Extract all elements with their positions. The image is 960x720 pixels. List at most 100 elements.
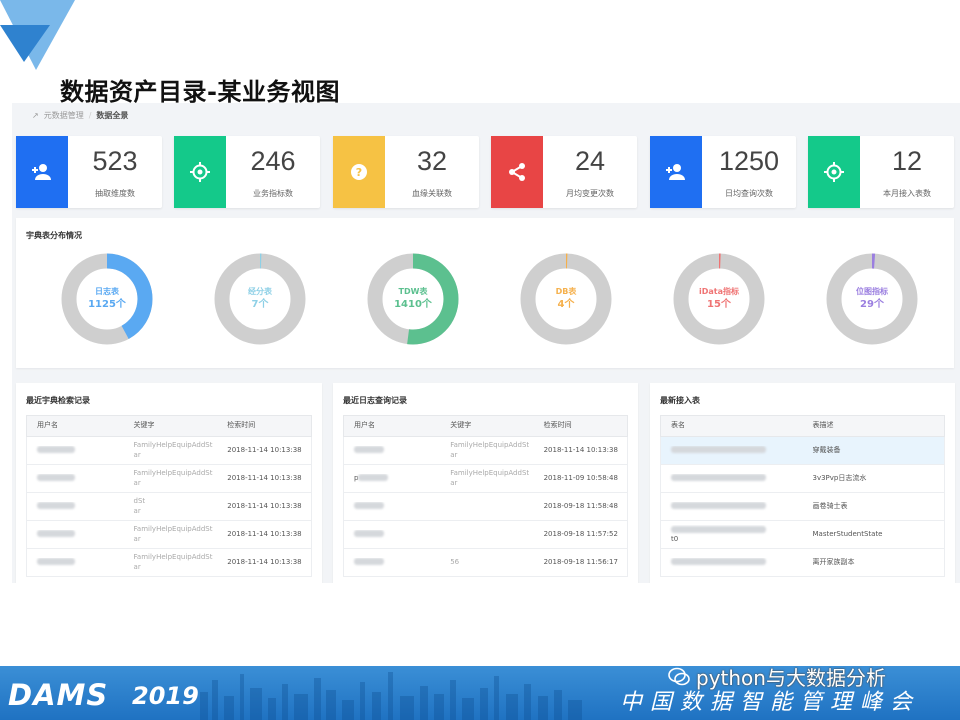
table-row[interactable]: p FamilyHelpEquipAddSt ar 2018-11-09 10:58:… <box>343 465 628 493</box>
recent-search-table: 用户名 关键字 检索时间 FamilyHelpEquipAddSt ar 2018-11-… <box>26 415 312 577</box>
table-row[interactable]: 3v3Pvp日志流水 <box>660 465 945 493</box>
keyword-cont: ar <box>133 478 141 487</box>
breadcrumb-separator: / <box>88 111 92 120</box>
column-header[interactable]: 检索时间 <box>217 421 311 430</box>
panel-title: 最新接入表 <box>660 396 700 405</box>
table-row[interactable]: t0 MasterStudentState <box>660 521 945 549</box>
column-header[interactable]: 用户名 <box>27 421 124 430</box>
breadcrumb-parent[interactable]: 元数据管理 <box>44 110 84 121</box>
donut-chart[interactable]: 日志表 1125个 <box>61 253 153 345</box>
redacted-value <box>37 446 75 454</box>
keyword-cont: ar <box>133 562 141 571</box>
keyword: FamilyHelpEquipAddSt <box>133 553 213 562</box>
table-distribution-panel: 宇典表分布情况 日志表 1125个 经分表 7个 TDW表 1410个 DB表 4个 iData… <box>16 218 954 368</box>
table-row[interactable]: 56 2018-09-18 11:56:17 <box>343 549 628 577</box>
keyword: FamilyHelpEquipAddSt <box>450 469 530 478</box>
donut-value: 15个 <box>707 298 731 310</box>
table-name-tail: t0 <box>671 534 679 543</box>
column-header[interactable]: 表名 <box>661 421 803 430</box>
table-row[interactable]: FamilyHelpEquipAddSt ar 2018-11-14 10:13:3… <box>26 437 312 465</box>
keyword: 56 <box>450 557 460 566</box>
stat-value: 24 <box>574 146 606 176</box>
wechat-icon <box>668 667 690 685</box>
share-icon <box>491 136 543 208</box>
stat-card[interactable]: 24 月均变更次数 <box>491 136 637 208</box>
redacted-value <box>37 502 75 510</box>
stat-card[interactable]: 246 业务指标数 <box>174 136 320 208</box>
donut-chart[interactable]: DB表 4个 <box>520 253 612 345</box>
search-time: 2018-09-18 11:57:52 <box>543 529 618 538</box>
stat-value: 12 <box>891 146 923 176</box>
column-header[interactable]: 检索时间 <box>534 421 627 430</box>
stat-label: 业务指标数 <box>253 189 293 198</box>
column-header[interactable]: 用户名 <box>344 421 440 430</box>
table-row[interactable]: FamilyHelpEquipAddSt ar 2018-11-14 10:13:3… <box>26 521 312 549</box>
donut-name: iData指标 <box>698 286 739 296</box>
redacted-value <box>354 446 384 454</box>
stat-value: 246 <box>250 146 296 176</box>
stat-label: 月均变更次数 <box>566 189 614 198</box>
search-time: 2018-11-14 10:13:38 <box>227 557 302 566</box>
redacted-value <box>671 525 766 533</box>
stat-card[interactable]: 1250 日均查询次数 <box>650 136 796 208</box>
target-icon <box>174 136 226 208</box>
table-row[interactable]: 2018-09-18 11:57:52 <box>343 521 628 549</box>
keyword-cont: ar <box>133 450 141 459</box>
keyword: FamilyHelpEquipAddSt <box>133 525 213 534</box>
redacted-value <box>671 558 766 566</box>
stat-value: 523 <box>92 146 138 176</box>
table-description: 离开家族副本 <box>812 557 855 566</box>
search-time: 2018-11-14 10:13:38 <box>227 473 302 482</box>
back-arrow-icon[interactable]: ↗ <box>32 111 39 120</box>
panel-title: 最近宇典检索记录 <box>26 396 90 405</box>
column-header[interactable]: 关键字 <box>124 421 218 430</box>
table-row[interactable]: FamilyHelpEquipAddSt ar 2018-11-14 10:13:3… <box>26 549 312 577</box>
dams-year: 2019 <box>132 682 199 710</box>
stat-card[interactable]: 523 抽取维度数 <box>16 136 162 208</box>
redacted-value <box>671 446 766 454</box>
table-description: 3v3Pvp日志流水 <box>812 473 867 482</box>
table-header: 表名 表描述 <box>660 415 945 437</box>
redacted-value <box>354 530 384 538</box>
stat-cards: 523 抽取维度数 246 业务指标数 ? 32 血缘关联数 24 月均变更次数 1250 日均查询… <box>16 136 960 208</box>
column-header[interactable]: 关键字 <box>440 421 533 430</box>
breadcrumb: ↗ 元数据管理 / 数据全景 <box>32 110 128 121</box>
recent-log-panel: 最近日志查询记录 用户名 关键字 检索时间 FamilyHelpEquipAddSt a… <box>333 383 638 583</box>
stat-value: 1250 <box>718 146 780 176</box>
search-time: 2018-09-18 11:56:17 <box>543 557 618 566</box>
donut-name: 位图指标 <box>856 286 888 296</box>
table-row[interactable]: dSt ar 2018-11-14 10:13:38 <box>26 493 312 521</box>
donut-chart[interactable]: TDW表 1410个 <box>367 253 459 345</box>
keyword-cont: ar <box>133 506 141 515</box>
redacted-value <box>358 474 389 482</box>
stat-label: 血缘关联数 <box>412 189 452 198</box>
table-description: MasterStudentState <box>812 529 883 538</box>
donut-chart[interactable]: 位图指标 29个 <box>826 253 918 345</box>
stat-card[interactable]: ? 32 血缘关联数 <box>333 136 479 208</box>
search-time: 2018-11-14 10:13:38 <box>543 445 618 454</box>
watermark-text: python与大数据分析 <box>696 666 886 690</box>
redacted-value <box>671 474 766 482</box>
panel-title: 最近日志查询记录 <box>343 396 407 405</box>
donut-value: 29个 <box>860 298 884 310</box>
table-row[interactable]: FamilyHelpEquipAddSt ar 2018-11-14 10:13:3… <box>343 437 628 465</box>
dashboard-screenshot: ↗ 元数据管理 / 数据全景 523 抽取维度数 246 业务指标数? 32 血缘关联数 2… <box>12 103 960 583</box>
stat-card[interactable]: 12 本月接入表数 <box>808 136 954 208</box>
donut-name: DB表 <box>555 286 577 296</box>
donut-value: 4个 <box>557 298 575 310</box>
table-row[interactable]: 画卷骑士表 <box>660 493 945 521</box>
table-row[interactable]: 2018-09-18 11:58:48 <box>343 493 628 521</box>
redacted-value <box>37 558 75 566</box>
stat-label: 抽取维度数 <box>95 189 135 198</box>
table-row[interactable]: 离开家族副本 <box>660 549 945 577</box>
donut-chart[interactable]: 经分表 7个 <box>214 253 306 345</box>
column-header[interactable]: 表描述 <box>803 421 945 430</box>
table-row[interactable]: FamilyHelpEquipAddSt ar 2018-11-14 10:13:3… <box>26 465 312 493</box>
dams-logo: DAMS <box>8 678 109 712</box>
donut-chart[interactable]: iData指标 15个 <box>673 253 765 345</box>
keyword-cont: ar <box>450 450 458 459</box>
redacted-value <box>37 530 75 538</box>
redacted-value <box>354 558 384 566</box>
keyword: dSt <box>133 497 146 506</box>
table-row[interactable]: 穿戴装备 <box>660 437 945 465</box>
